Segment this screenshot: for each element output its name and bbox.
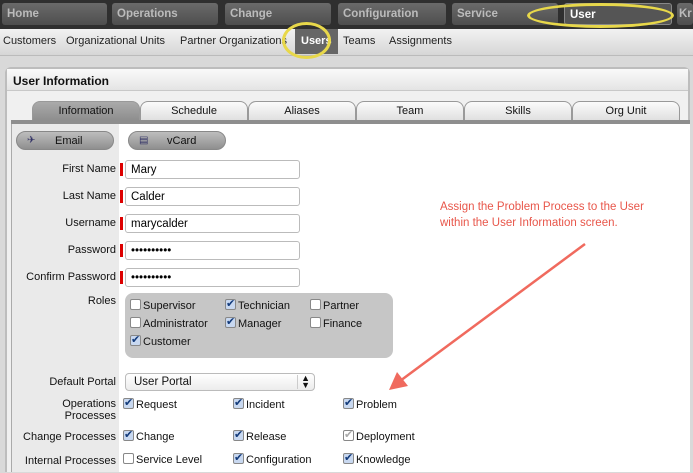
- annotation-arrow: [389, 242, 586, 390]
